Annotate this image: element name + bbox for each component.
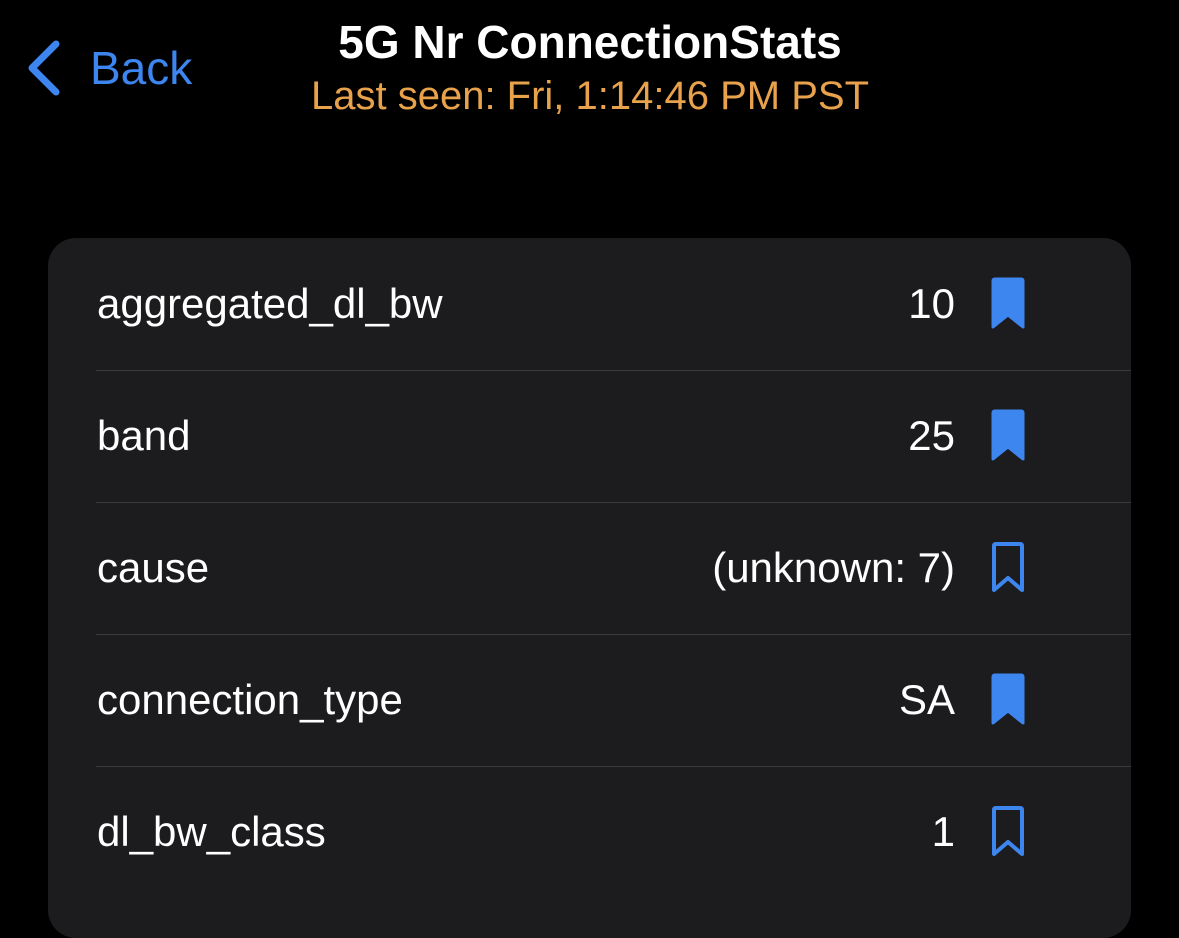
list-item: aggregated_dl_bw 10 (48, 238, 1131, 370)
row-key: band (97, 412, 191, 459)
bookmark-filled-icon[interactable] (989, 276, 1027, 332)
row-key: cause (97, 544, 210, 591)
row-value: 10 (908, 280, 955, 327)
title-block: 5G Nr ConnectionStats Last seen: Fri, 1:… (220, 14, 960, 122)
chevron-left-icon (24, 38, 64, 98)
back-label: Back (90, 42, 193, 94)
bookmark-filled-icon[interactable] (989, 672, 1027, 728)
row-key: connection_type (97, 676, 403, 723)
navigation-bar: Back 5G Nr ConnectionStats Last seen: Fr… (0, 0, 1179, 140)
page-title: 5G Nr ConnectionStats (338, 16, 842, 68)
list-item: cause (unknown: 7) (48, 502, 1131, 634)
row-key: dl_bw_class (97, 808, 326, 855)
row-key: aggregated_dl_bw (97, 280, 443, 327)
stats-list: aggregated_dl_bw 10 band 25 cause (unkno… (48, 238, 1131, 938)
row-value: SA (898, 676, 955, 723)
row-value: (unknown: 7) (712, 544, 955, 591)
list-item: band 25 (48, 370, 1131, 502)
row-value: 25 (908, 412, 955, 459)
bookmark-outline-icon[interactable] (989, 540, 1027, 596)
list-item: connection_type SA (48, 634, 1131, 766)
back-button[interactable]: Back (24, 36, 192, 100)
list-item: dl_bw_class 1 (48, 766, 1131, 898)
last-seen-subtitle: Last seen: Fri, 1:14:46 PM PST (310, 74, 870, 118)
bookmark-outline-icon[interactable] (989, 804, 1027, 860)
row-value: 1 (931, 808, 955, 855)
bookmark-filled-icon[interactable] (989, 408, 1027, 464)
